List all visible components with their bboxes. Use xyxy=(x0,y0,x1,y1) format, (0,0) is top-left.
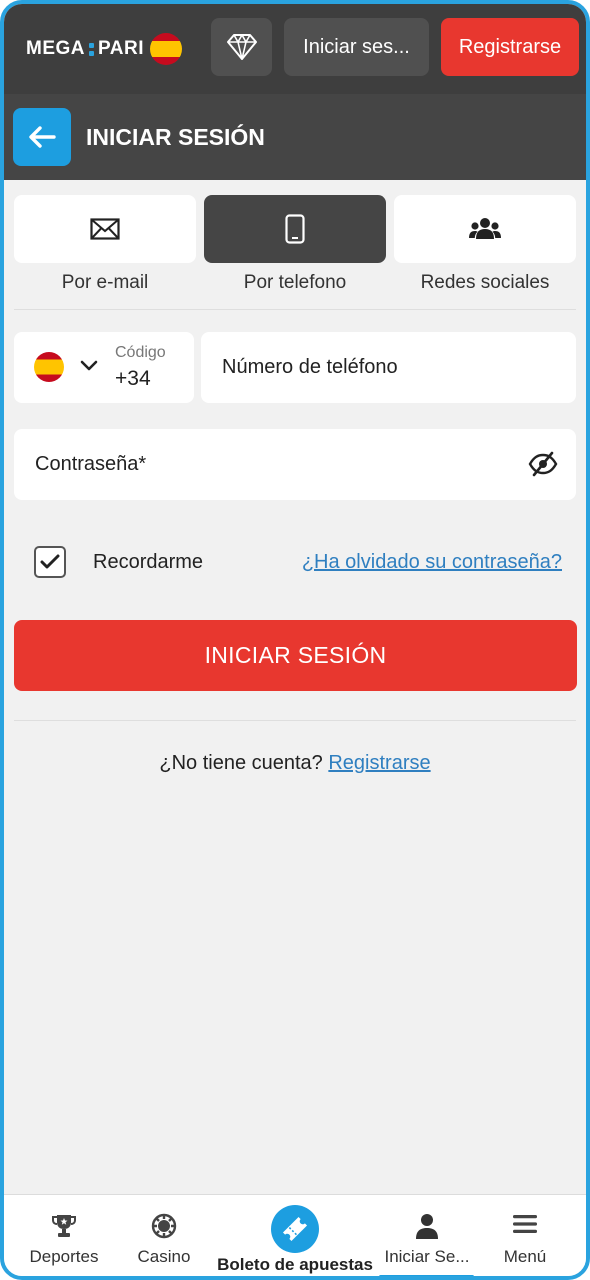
divider xyxy=(14,309,576,310)
back-button[interactable] xyxy=(13,108,71,166)
nav-sports[interactable]: Deportes xyxy=(9,1195,119,1276)
remember-checkbox[interactable] xyxy=(34,546,66,578)
logo-dots-icon xyxy=(89,42,94,56)
spain-flag-icon[interactable] xyxy=(149,33,182,65)
remember-label[interactable]: Recordarme xyxy=(93,551,203,574)
register-link[interactable]: Registrarse xyxy=(328,752,430,774)
logo-text-left: MEGA xyxy=(26,38,85,59)
tab-social-label: Redes sociales xyxy=(420,272,550,293)
forgot-password-link[interactable]: ¿Ha olvidado su contraseña? xyxy=(302,551,562,574)
trophy-icon xyxy=(52,1215,76,1237)
user-icon xyxy=(416,1214,438,1239)
title-bar: INICIAR SESIÓN xyxy=(4,94,586,180)
vip-diamond-button[interactable] xyxy=(211,18,272,76)
nav-login-label: Iniciar Se... xyxy=(384,1247,470,1266)
country-code-value: +34 xyxy=(115,367,151,390)
login-submit-button[interactable]: INICIAR SESIÓN xyxy=(14,620,577,691)
arrow-left-icon xyxy=(29,126,56,148)
nav-login[interactable]: Iniciar Se... xyxy=(372,1195,482,1276)
country-code-label: Código xyxy=(115,344,166,361)
password-field xyxy=(14,429,576,500)
nav-sports-label: Deportes xyxy=(29,1247,99,1266)
divider xyxy=(14,720,576,721)
ticket-icon xyxy=(282,1216,308,1242)
nav-casino[interactable]: Casino xyxy=(109,1195,219,1276)
no-account-text: ¿No tiene cuenta? xyxy=(159,752,323,774)
tab-email-label: Por e-mail xyxy=(61,272,149,293)
casino-chip-icon xyxy=(151,1213,177,1239)
checkmark-icon xyxy=(40,554,60,569)
country-code-selector[interactable]: Código +34 xyxy=(14,332,194,403)
phone-icon xyxy=(285,214,305,244)
active-nav-indicator xyxy=(379,1275,474,1276)
header-login-button[interactable]: Iniciar ses... xyxy=(284,18,429,76)
no-account-prompt: ¿No tiene cuenta? Registrarse xyxy=(4,752,586,775)
app-frame: MEGA PARI Iniciar ses... Registrarse INI… xyxy=(0,0,590,1280)
logo-text-right: PARI xyxy=(98,38,144,59)
bottom-navigation: Deportes Casino Boleto de apuestas Inici… xyxy=(4,1194,586,1276)
tab-phone[interactable] xyxy=(204,195,386,263)
nav-menu[interactable]: Menú xyxy=(470,1195,580,1276)
tab-email[interactable] xyxy=(14,195,196,263)
nav-menu-label: Menú xyxy=(503,1247,547,1266)
top-header: MEGA PARI Iniciar ses... Registrarse xyxy=(4,4,586,94)
megapari-logo[interactable]: MEGA PARI xyxy=(26,33,182,65)
tab-phone-label: Por telefono xyxy=(243,272,347,293)
chevron-down-icon xyxy=(80,360,98,371)
tab-social[interactable] xyxy=(394,195,576,263)
nav-casino-label: Casino xyxy=(137,1247,191,1266)
users-icon xyxy=(469,218,501,239)
page-title: INICIAR SESIÓN xyxy=(86,124,265,150)
header-register-button[interactable]: Registrarse xyxy=(441,18,579,76)
hamburger-icon xyxy=(513,1215,537,1233)
betslip-button[interactable] xyxy=(271,1205,319,1253)
password-input[interactable] xyxy=(14,429,514,500)
phone-number-input[interactable] xyxy=(201,332,576,403)
spain-flag-icon xyxy=(34,352,64,382)
envelope-icon xyxy=(90,218,120,240)
nav-betslip-label: Boleto de apuestas xyxy=(217,1255,373,1274)
eye-off-icon[interactable] xyxy=(528,451,558,477)
diamond-icon xyxy=(226,34,257,60)
